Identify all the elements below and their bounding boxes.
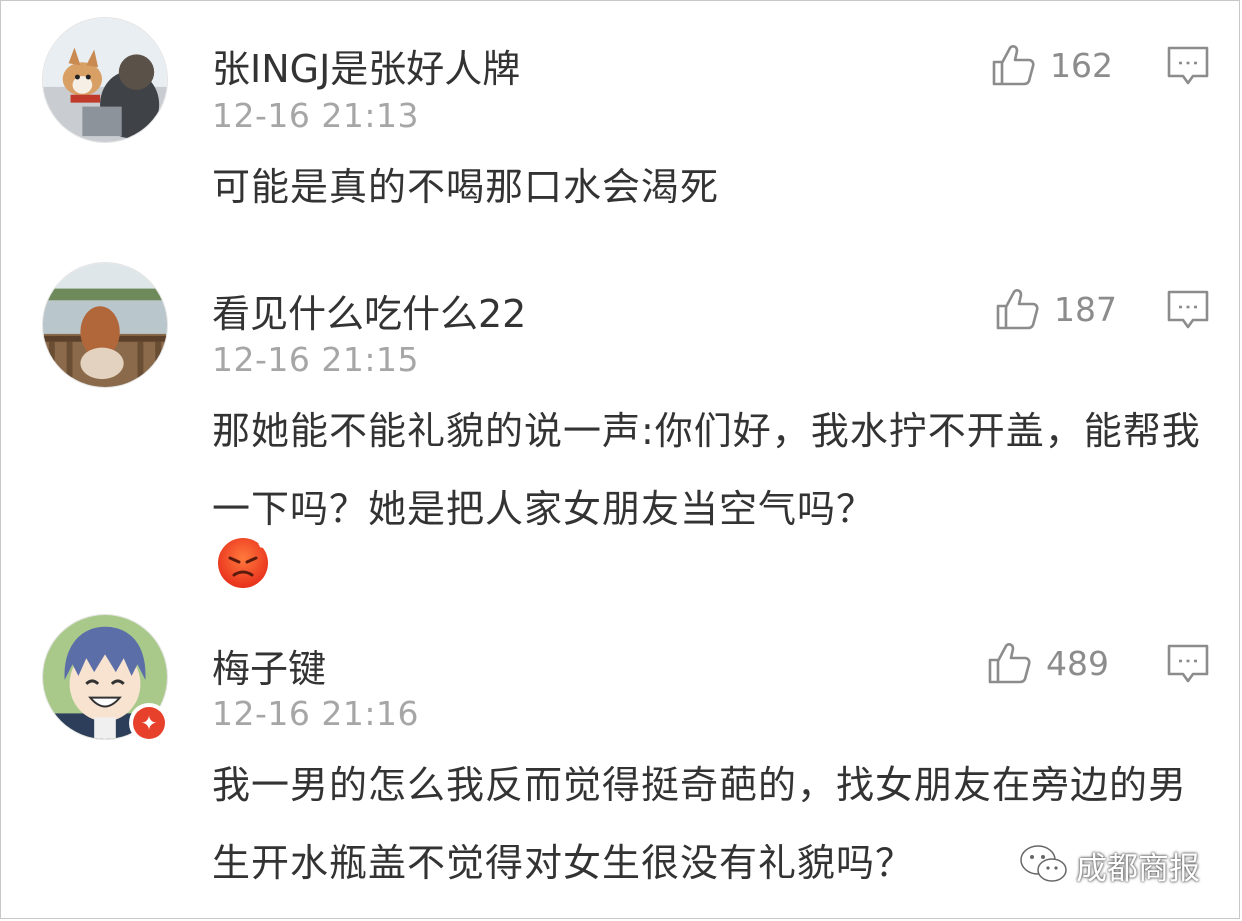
username[interactable]: 看见什么吃什么22 (212, 283, 526, 338)
like-button[interactable]: 489 (986, 640, 1109, 686)
comment-icon (1167, 290, 1209, 329)
thumbs-up-icon (992, 45, 1035, 86)
dog-avatar-icon (43, 18, 167, 142)
like-button[interactable]: 162 (990, 42, 1113, 88)
watermark-text: 成都商报 (1076, 850, 1200, 887)
like-button[interactable]: 187 (994, 286, 1117, 332)
avatar[interactable] (42, 17, 168, 143)
reply-button[interactable] (1167, 290, 1209, 330)
comment-icon (1167, 46, 1209, 85)
wechat-icon (1020, 845, 1067, 882)
vip-star-badge-icon: ✦ (129, 703, 169, 743)
timestamp: 12-16 21:16 (212, 694, 419, 733)
angry-face-emoji-icon (216, 533, 272, 589)
username[interactable]: 梅子键 (212, 638, 326, 693)
avatar[interactable] (42, 262, 168, 388)
username[interactable]: 张INGJ是张好人牌 (212, 38, 520, 93)
like-count: 187 (1054, 289, 1117, 329)
comment-icon (1167, 644, 1209, 683)
timestamp: 12-16 21:15 (212, 340, 419, 379)
watermark: 成都商报 (1018, 840, 1200, 890)
thumbs-up-icon (996, 289, 1039, 330)
thumbs-up-icon (988, 643, 1031, 684)
like-count: 162 (1050, 45, 1113, 85)
lake-girl-avatar-icon (43, 263, 167, 387)
comment-text: 可能是真的不喝那口水会渴死 (212, 165, 720, 209)
reply-button[interactable] (1167, 644, 1209, 684)
like-count: 489 (1046, 643, 1109, 683)
reply-button[interactable] (1167, 46, 1209, 86)
timestamp: 12-16 21:13 (212, 96, 419, 135)
comment-text: 那她能不能礼貌的说一声:你们好，我水拧不开盖，能帮我一下吗？她是把人家女朋友当空… (212, 409, 1201, 531)
